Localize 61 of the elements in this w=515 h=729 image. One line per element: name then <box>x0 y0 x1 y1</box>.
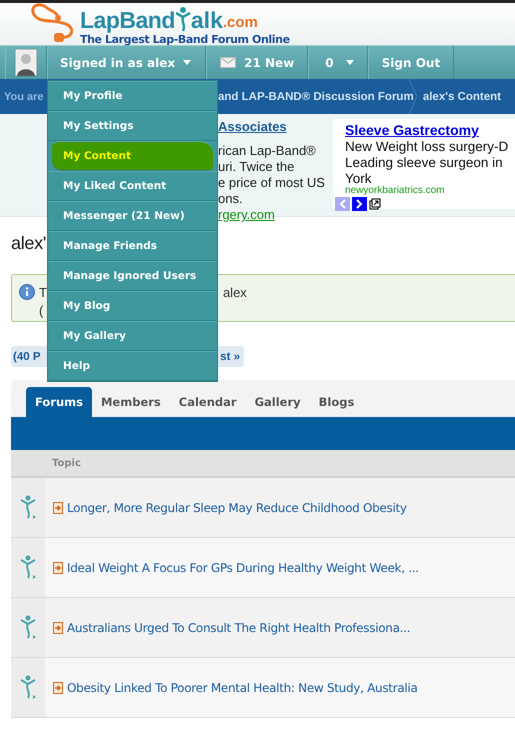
ad-text: uri. Twice the <box>218 159 296 175</box>
logo-text: alk <box>190 8 223 32</box>
info-icon <box>19 284 35 300</box>
tab[interactable]: Blogs <box>310 387 364 417</box>
chevron-left-icon <box>339 199 346 209</box>
ad-url-link[interactable]: rgery.com <box>218 207 330 223</box>
page-count: (40 P <box>13 350 40 362</box>
document-icon <box>53 682 63 694</box>
person-figure-icon <box>20 495 36 520</box>
chevron-right-icon <box>356 199 363 209</box>
last-page-link[interactable]: st » <box>220 350 240 362</box>
menu-item[interactable]: Messenger (21 New) <box>48 201 217 231</box>
tab[interactable]: Calendar <box>170 387 246 417</box>
logo-domain: .com <box>222 14 258 32</box>
tab[interactable]: Forums <box>26 387 92 417</box>
topic-link[interactable]: Ideal Weight A Focus For GPs During Healthy Weight Week, ... <box>67 560 419 574</box>
expand-icon[interactable] <box>369 198 381 210</box>
ad-text: rican Lap-Band® <box>218 143 317 159</box>
ad-text: ons. <box>218 191 244 207</box>
caret-icon <box>346 60 354 65</box>
menu-item[interactable]: My Profile <box>48 81 217 111</box>
notice-text: T <box>39 284 47 300</box>
ad-text: Leading sleeve surgeon in <box>345 155 504 171</box>
person-figure-icon <box>20 675 36 700</box>
document-icon <box>53 622 63 634</box>
ad-title-link[interactable]: Sleeve Gastrectomy <box>345 122 515 138</box>
tab[interactable]: Members <box>92 387 170 417</box>
document-icon <box>53 562 63 574</box>
person-figure-icon <box>174 6 191 32</box>
ad-text: e price of most US <box>218 175 326 191</box>
ad-title-link[interactable]: Associates <box>218 119 330 134</box>
next-ad-button[interactable] <box>352 197 367 211</box>
caret-icon <box>183 60 192 65</box>
ad-url-link[interactable]: newyorkbariatrics.com <box>345 185 444 196</box>
breadcrumb-label: You are <box>4 90 44 102</box>
menu-item[interactable]: Manage Friends <box>48 231 217 261</box>
topic-link[interactable]: Australians Urged To Consult The Right Health Professiona... <box>67 620 410 634</box>
document-icon <box>53 502 63 514</box>
logo-text: LapBand <box>80 8 175 32</box>
person-figure-icon <box>20 555 36 580</box>
envelope-icon <box>220 57 236 68</box>
ad-text: York <box>345 171 372 186</box>
notice-text: alex <box>222 284 247 300</box>
breadcrumb-link[interactable]: and LAP-BAND® Discussion Forum <box>218 90 414 102</box>
menu-item[interactable]: Manage Ignored Users <box>48 261 217 291</box>
breadcrumb-link[interactable]: alex's Content <box>422 90 501 102</box>
menu-item[interactable]: My Content <box>52 141 213 171</box>
tab[interactable]: Gallery <box>246 387 310 417</box>
person-figure-icon <box>20 615 36 640</box>
notice-text: ( <box>39 303 44 320</box>
topic-link[interactable]: Obesity Linked To Poorer Mental Health: New Study, Australia <box>67 680 418 694</box>
page-title: alex' <box>11 232 46 255</box>
column-header: Topic <box>52 458 81 468</box>
avatar-icon[interactable] <box>15 49 37 76</box>
ad-text: New Weight loss surgery-D <box>345 139 510 155</box>
menu-item[interactable]: My Blog <box>48 291 217 321</box>
logo-tagline: The Largest Lap-Band Forum Online <box>80 33 290 46</box>
menu-item[interactable]: My Liked Content <box>48 171 217 201</box>
topic-link[interactable]: Longer, More Regular Sleep May Reduce Childhood Obesity <box>67 500 407 514</box>
menu-item[interactable]: My Gallery <box>48 321 217 351</box>
menu-item[interactable]: Help <box>48 351 217 381</box>
